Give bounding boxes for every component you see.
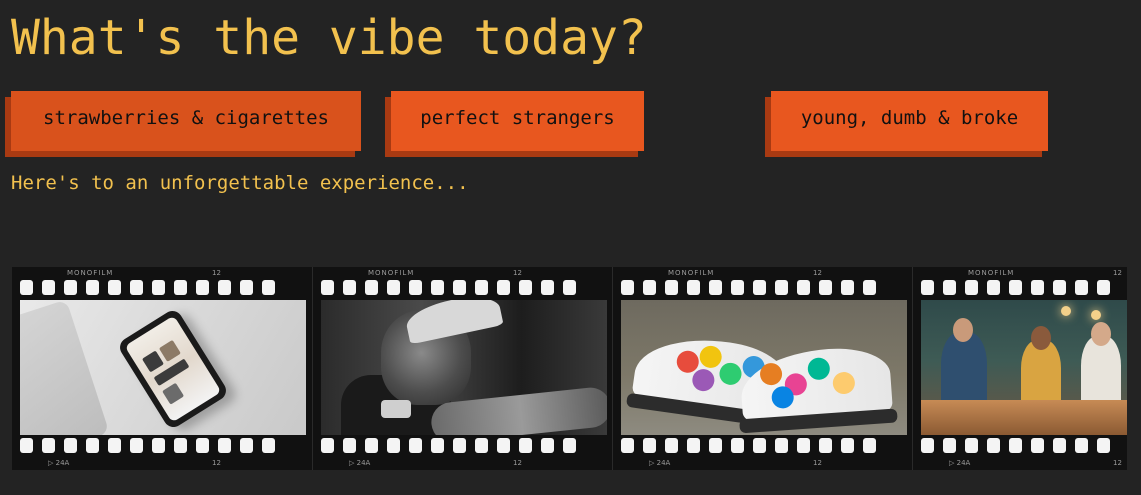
film-frame: MONOFILM 12 ▷ 24A 12	[613, 267, 913, 470]
sprocket-holes-top	[921, 280, 1127, 296]
kitchen-party-photo	[921, 300, 1127, 435]
vibe-button-young-dumb-broke[interactable]: young, dumb & broke	[771, 91, 1048, 151]
sprocket-holes-top	[20, 280, 312, 296]
sprocket-holes-bottom	[921, 438, 1127, 454]
film-arrow-label: ▷ 24A	[349, 459, 371, 467]
film-frame-number: 12	[212, 459, 221, 467]
film-frame-number: 12	[1113, 269, 1122, 277]
film-frame: MONOFILM 12 ▷ 24A 12	[313, 267, 613, 470]
sprocket-holes-bottom	[621, 438, 912, 454]
filmstrip: MONOFILM 12 ▷ 24A 12 MONOFILM 12 ▷ 24A 1…	[12, 267, 1127, 470]
page-title: What's the vibe today?	[11, 10, 647, 66]
sprocket-holes-top	[321, 280, 612, 296]
film-frame-number: 12	[813, 459, 822, 467]
film-frame-number: 12	[1113, 459, 1122, 467]
film-frame-number: 12	[513, 269, 522, 277]
page: What's the vibe today? strawberries & ci…	[0, 0, 1141, 495]
phone-on-desk-photo	[20, 300, 306, 435]
film-arrow-label: ▷ 24A	[48, 459, 70, 467]
film-brand-label: MONOFILM	[368, 269, 415, 277]
tattoo-artist-photo	[321, 300, 607, 435]
film-frame: MONOFILM 12 ▷ 24A 12	[913, 267, 1127, 470]
vibe-button-perfect-strangers[interactable]: perfect strangers	[391, 91, 644, 151]
sprocket-holes-bottom	[20, 438, 312, 454]
vibe-button-strawberries[interactable]: strawberries & cigarettes	[11, 91, 361, 151]
film-frame: MONOFILM 12 ▷ 24A 12	[12, 267, 313, 470]
film-frame-number: 12	[212, 269, 221, 277]
film-brand-label: MONOFILM	[668, 269, 715, 277]
film-brand-label: MONOFILM	[968, 269, 1015, 277]
film-arrow-label: ▷ 24A	[949, 459, 971, 467]
sprocket-holes-top	[621, 280, 912, 296]
film-brand-label: MONOFILM	[67, 269, 114, 277]
sprocket-holes-bottom	[321, 438, 612, 454]
film-frame-number: 12	[813, 269, 822, 277]
film-arrow-label: ▷ 24A	[649, 459, 671, 467]
film-frame-number: 12	[513, 459, 522, 467]
tagline: Here's to an unforgettable experience...	[11, 172, 469, 194]
painted-sneakers-photo	[621, 300, 907, 435]
